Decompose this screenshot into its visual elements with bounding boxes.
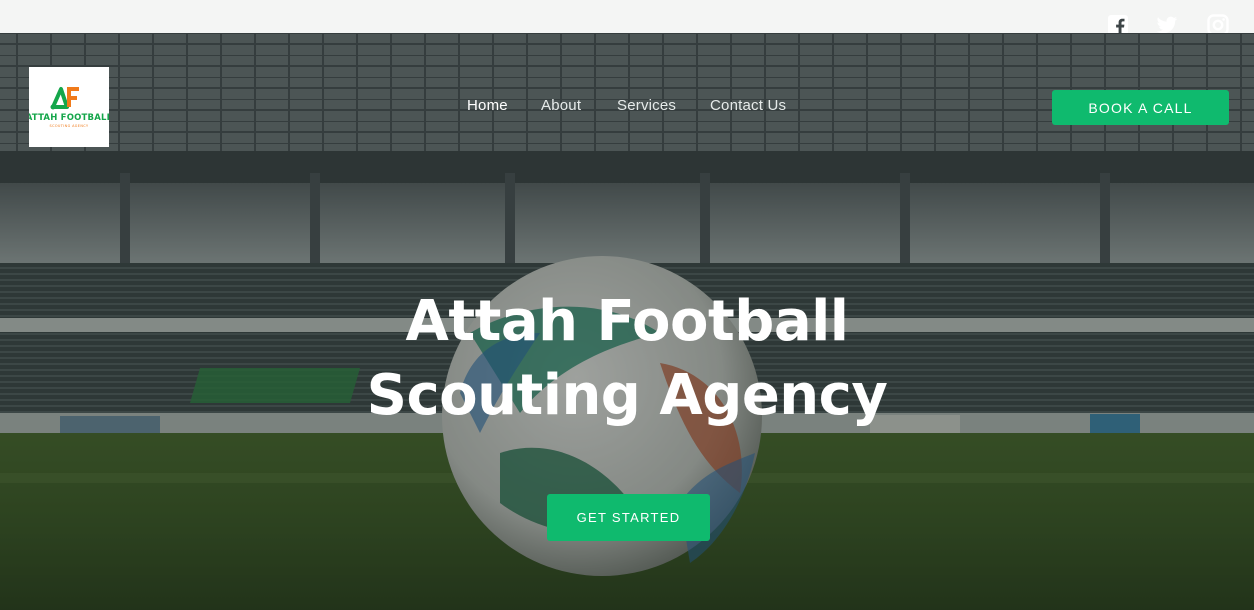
nav-contact-us[interactable]: Contact Us bbox=[710, 97, 786, 114]
hero-title: Attah Football Scouting Agency bbox=[327, 285, 927, 433]
attah-football-logo-icon: ATTAH FOOTBALL SCOUTING AGENCY bbox=[29, 67, 109, 147]
nav-home[interactable]: Home bbox=[467, 97, 508, 114]
get-started-button[interactable]: GET STARTED bbox=[547, 494, 710, 541]
hero-title-line-2: Scouting Agency bbox=[366, 363, 888, 428]
hero-title-line-1: Attah Football bbox=[405, 289, 850, 354]
hero-section: ATTAH FOOTBALL SCOUTING AGENCY Home Abou… bbox=[0, 33, 1254, 610]
svg-text:ATTAH FOOTBALL: ATTAH FOOTBALL bbox=[29, 113, 109, 123]
nav-about[interactable]: About bbox=[541, 97, 581, 114]
svg-text:SCOUTING AGENCY: SCOUTING AGENCY bbox=[50, 124, 89, 128]
nav-services[interactable]: Services bbox=[617, 97, 676, 114]
site-logo[interactable]: ATTAH FOOTBALL SCOUTING AGENCY bbox=[29, 67, 109, 147]
book-a-call-button[interactable]: BOOK A CALL bbox=[1052, 90, 1229, 125]
top-bar bbox=[0, 0, 1254, 36]
